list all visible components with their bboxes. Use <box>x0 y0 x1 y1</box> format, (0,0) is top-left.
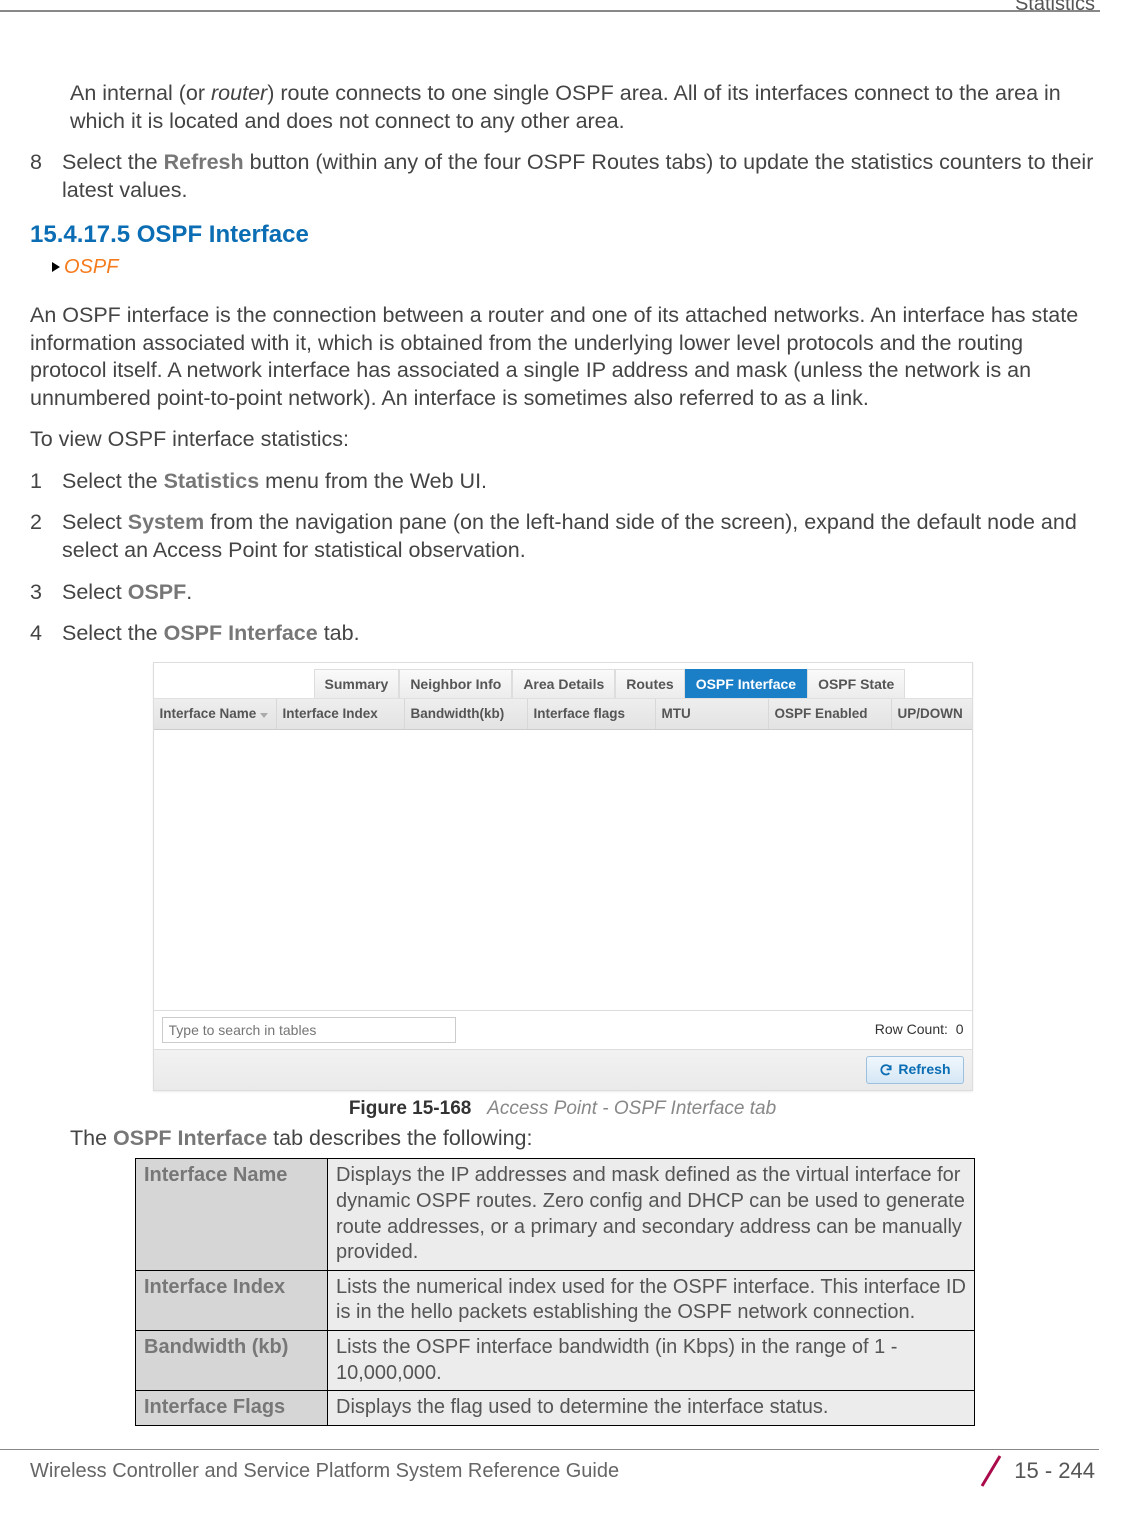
figure-caption-text: Access Point - OSPF Interface tab <box>487 1098 776 1119</box>
field-desc: Displays the flag used to determine the … <box>328 1391 975 1426</box>
text: Select the <box>62 621 164 645</box>
step-4: 4 Select the OSPF Interface tab. <box>30 620 1095 648</box>
figure-caption: Figure 15-168 Access Point - OSPF Interf… <box>153 1097 973 1121</box>
row-count-value: 0 <box>956 1021 964 1037</box>
step-2: 2 Select System from the navigation pane… <box>30 509 1095 564</box>
field-name: Interface Name <box>136 1159 328 1270</box>
desc-intro: The OSPF Interface tab describes the fol… <box>70 1125 1095 1153</box>
col-bandwidth[interactable]: Bandwidth(kb) <box>405 699 528 728</box>
tab-summary[interactable]: Summary <box>314 669 400 699</box>
slash-icon <box>976 1454 1006 1488</box>
text: Select <box>62 510 128 534</box>
intro-paragraph: An internal (or router) route connects t… <box>30 80 1095 135</box>
field-desc: Displays the IP addresses and mask defin… <box>328 1159 975 1270</box>
tab-routes[interactable]: Routes <box>615 669 684 699</box>
row-count: Row Count: 0 <box>875 1021 964 1039</box>
step-number: 3 <box>30 579 62 607</box>
bold-keyword: OSPF Interface <box>113 1126 267 1150</box>
figure-number: Figure 15-168 <box>349 1098 472 1119</box>
text: The <box>70 1126 113 1150</box>
col-ospf-enabled[interactable]: OSPF Enabled <box>769 699 892 728</box>
refresh-button[interactable]: Refresh <box>866 1056 963 1084</box>
ospf-interface-screenshot: Summary Neighbor Info Area Details Route… <box>153 662 973 1091</box>
field-name: Interface Flags <box>136 1391 328 1426</box>
text: from the navigation pane (on the left-ha… <box>62 510 1077 562</box>
field-name: Bandwidth (kb) <box>136 1331 328 1391</box>
tab-neighbor-info[interactable]: Neighbor Info <box>399 669 512 699</box>
text: Select the <box>62 150 164 174</box>
tab-area-details[interactable]: Area Details <box>512 669 615 699</box>
col-up-down[interactable]: UP/DOWN <box>892 699 972 728</box>
text: tab. <box>318 621 360 645</box>
text: Select <box>62 580 128 604</box>
col-interface-flags[interactable]: Interface flags <box>528 699 656 728</box>
footer-page: 15 - 244 <box>976 1454 1095 1488</box>
text: tab describes the following: <box>267 1126 532 1150</box>
refresh-icon <box>879 1063 893 1077</box>
bold-keyword: OSPF <box>128 580 187 604</box>
step-number: 4 <box>30 620 62 648</box>
refresh-button-label: Refresh <box>898 1061 950 1079</box>
row-count-label: Row Count: <box>875 1021 948 1037</box>
col-mtu[interactable]: MTU <box>656 699 769 728</box>
field-desc: Lists the OSPF interface bandwidth (in K… <box>328 1331 975 1391</box>
text: Select the <box>62 469 164 493</box>
section-label: Statistics <box>1015 0 1095 16</box>
tab-bar: Summary Neighbor Info Area Details Route… <box>154 663 972 700</box>
step-1: 1 Select the Statistics menu from the We… <box>30 468 1095 496</box>
description-table: Interface Name Displays the IP addresses… <box>135 1158 975 1425</box>
table-row: Interface Flags Displays the flag used t… <box>136 1391 975 1426</box>
step-number: 8 <box>30 149 62 204</box>
step-3: 3 Select OSPF. <box>30 579 1095 607</box>
field-desc: Lists the numerical index used for the O… <box>328 1270 975 1330</box>
paragraph: An OSPF interface is the connection betw… <box>30 302 1095 412</box>
step-8: 8 Select the Refresh button (within any … <box>30 149 1095 204</box>
paragraph: To view OSPF interface statistics: <box>30 426 1095 454</box>
chevron-right-icon <box>52 262 60 272</box>
table-row: Interface Name Displays the IP addresses… <box>136 1159 975 1270</box>
heading-ospf-interface: 15.4.17.5 OSPF Interface <box>30 220 1095 251</box>
footer-title: Wireless Controller and Service Platform… <box>30 1460 619 1483</box>
col-interface-name[interactable]: Interface Name <box>154 699 277 728</box>
field-name: Interface Index <box>136 1270 328 1330</box>
table-row: Interface Index Lists the numerical inde… <box>136 1270 975 1330</box>
text: . <box>186 580 192 604</box>
column-headers: Interface Name Interface Index Bandwidth… <box>154 699 972 729</box>
tab-ospf-state[interactable]: OSPF State <box>807 669 905 699</box>
refresh-keyword: Refresh <box>164 150 244 174</box>
page-number: 15 - 244 <box>1014 1458 1095 1484</box>
step-number: 2 <box>30 509 62 564</box>
breadcrumb-text: OSPF <box>64 256 118 278</box>
step-number: 1 <box>30 468 62 496</box>
grid-body-empty <box>154 730 972 1010</box>
search-input[interactable] <box>162 1017 456 1043</box>
tab-ospf-interface[interactable]: OSPF Interface <box>685 669 807 699</box>
bold-keyword: Statistics <box>164 469 260 493</box>
col-interface-index[interactable]: Interface Index <box>277 699 405 728</box>
text: menu from the Web UI. <box>259 469 487 493</box>
bold-keyword: OSPF Interface <box>164 621 318 645</box>
table-row: Bandwidth (kb) Lists the OSPF interface … <box>136 1331 975 1391</box>
breadcrumb: OSPF <box>52 255 1095 281</box>
bold-keyword: System <box>128 510 205 534</box>
